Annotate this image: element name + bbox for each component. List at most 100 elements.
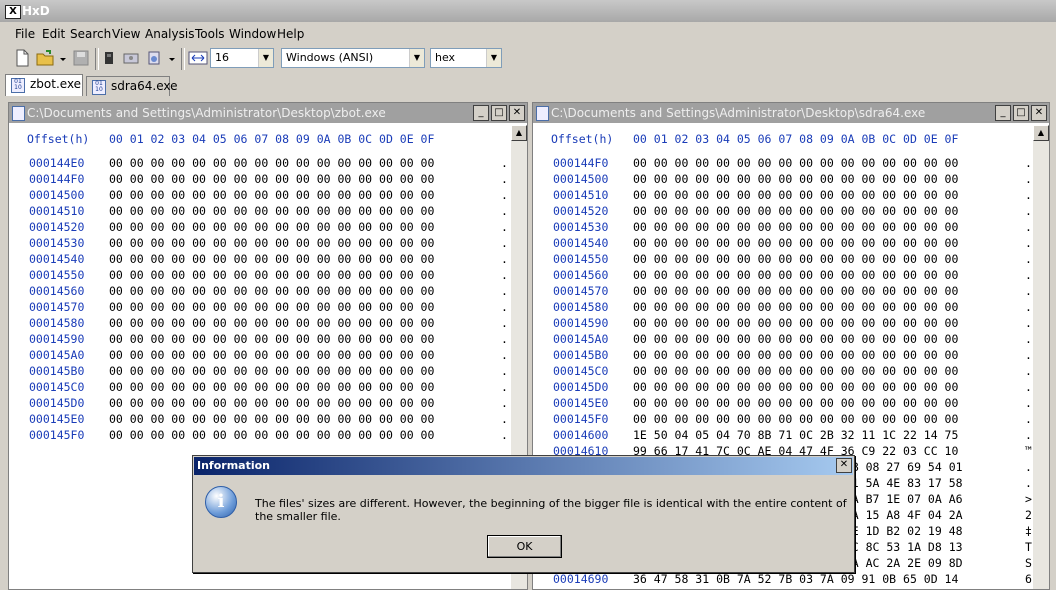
row-text[interactable]: T bbox=[1025, 539, 1032, 555]
row-text[interactable]: . bbox=[1025, 267, 1032, 283]
row-bytes[interactable]: 00 00 00 00 00 00 00 00 00 00 00 00 00 0… bbox=[633, 283, 958, 299]
menu-file[interactable]: File bbox=[15, 27, 35, 41]
row-bytes[interactable]: 00 00 00 00 00 00 00 00 00 00 00 00 00 0… bbox=[109, 379, 434, 395]
row-text[interactable]: 6 bbox=[1025, 571, 1032, 587]
ok-button[interactable]: OK bbox=[487, 535, 562, 558]
row-text[interactable]: . bbox=[1025, 299, 1032, 315]
row-bytes[interactable]: 00 00 00 00 00 00 00 00 00 00 00 00 00 0… bbox=[633, 395, 958, 411]
row-text[interactable]: . bbox=[501, 283, 508, 299]
row-bytes[interactable]: 00 00 00 00 00 00 00 00 00 00 00 00 00 0… bbox=[633, 187, 958, 203]
close-button[interactable]: ✕ bbox=[1031, 105, 1047, 121]
row-text[interactable]: . bbox=[501, 363, 508, 379]
row-text[interactable]: S bbox=[1025, 555, 1032, 571]
row-bytes[interactable]: 00 00 00 00 00 00 00 00 00 00 00 00 00 0… bbox=[109, 219, 434, 235]
row-bytes[interactable]: 00 00 00 00 00 00 00 00 00 00 00 00 00 0… bbox=[633, 411, 958, 427]
row-text[interactable]: . bbox=[501, 187, 508, 203]
row-bytes[interactable]: 00 00 00 00 00 00 00 00 00 00 00 00 00 0… bbox=[109, 363, 434, 379]
row-bytes[interactable]: 00 00 00 00 00 00 00 00 00 00 00 00 00 0… bbox=[109, 283, 434, 299]
menu-search[interactable]: Search bbox=[70, 27, 111, 41]
row-text[interactable]: . bbox=[1025, 171, 1032, 187]
row-text[interactable]: . bbox=[501, 331, 508, 347]
row-text[interactable]: . bbox=[1025, 379, 1032, 395]
row-bytes[interactable]: 36 47 58 31 0B 7A 52 7B 03 7A 09 91 0B 6… bbox=[633, 571, 958, 587]
save-button[interactable] bbox=[72, 49, 90, 69]
row-text[interactable]: . bbox=[501, 411, 508, 427]
maximize-button[interactable]: □ bbox=[1013, 105, 1029, 121]
disk-editor-button[interactable] bbox=[122, 49, 140, 69]
row-bytes[interactable]: 00 00 00 00 00 00 00 00 00 00 00 00 00 0… bbox=[109, 411, 434, 427]
scroll-up-icon[interactable]: ▲ bbox=[511, 125, 527, 141]
row-bytes[interactable]: 00 00 00 00 00 00 00 00 00 00 00 00 00 0… bbox=[633, 235, 958, 251]
menu-help[interactable]: Help bbox=[277, 27, 304, 41]
scroll-up-icon[interactable]: ▲ bbox=[1033, 125, 1049, 141]
row-bytes[interactable]: 00 00 00 00 00 00 00 00 00 00 00 00 00 0… bbox=[109, 203, 434, 219]
row-text[interactable]: . bbox=[501, 155, 508, 171]
row-text[interactable]: . bbox=[501, 267, 508, 283]
row-text[interactable]: . bbox=[1025, 315, 1032, 331]
row-bytes[interactable]: 00 00 00 00 00 00 00 00 00 00 00 00 00 0… bbox=[109, 171, 434, 187]
row-text[interactable]: . bbox=[501, 427, 508, 443]
charset-select[interactable]: Windows (ANSI) ▼ bbox=[281, 48, 425, 68]
row-bytes[interactable]: 00 00 00 00 00 00 00 00 00 00 00 00 00 0… bbox=[109, 155, 434, 171]
row-text[interactable]: . bbox=[501, 235, 508, 251]
row-text[interactable]: . bbox=[1025, 283, 1032, 299]
row-bytes[interactable]: 00 00 00 00 00 00 00 00 00 00 00 00 00 0… bbox=[633, 315, 958, 331]
display-mode-select[interactable]: hex ▼ bbox=[430, 48, 502, 68]
menu-view[interactable]: View bbox=[112, 27, 140, 41]
tab-sdra64-exe[interactable]: 01 10 sdra64.exe bbox=[86, 76, 178, 96]
row-text[interactable]: . bbox=[1025, 219, 1032, 235]
row-text[interactable]: . bbox=[1025, 187, 1032, 203]
row-bytes[interactable]: 00 00 00 00 00 00 00 00 00 00 00 00 00 0… bbox=[109, 299, 434, 315]
row-bytes[interactable]: 00 00 00 00 00 00 00 00 00 00 00 00 00 0… bbox=[633, 331, 958, 347]
row-bytes[interactable]: 00 00 00 00 00 00 00 00 00 00 00 00 00 0… bbox=[633, 171, 958, 187]
maximize-button[interactable]: □ bbox=[491, 105, 507, 121]
row-text[interactable]: . bbox=[501, 219, 508, 235]
row-bytes[interactable]: 00 00 00 00 00 00 00 00 00 00 00 00 00 0… bbox=[109, 235, 434, 251]
close-button[interactable]: ✕ bbox=[509, 105, 525, 121]
row-bytes[interactable]: 00 00 00 00 00 00 00 00 00 00 00 00 00 0… bbox=[109, 347, 434, 363]
row-text[interactable]: . bbox=[1025, 331, 1032, 347]
row-bytes[interactable]: 00 00 00 00 00 00 00 00 00 00 00 00 00 0… bbox=[633, 363, 958, 379]
row-text[interactable]: . bbox=[501, 379, 508, 395]
row-bytes[interactable]: 1E 50 04 05 04 70 8B 71 0C 2B 32 11 1C 2… bbox=[633, 427, 958, 443]
row-text[interactable]: 2 bbox=[1025, 507, 1032, 523]
row-text[interactable]: . bbox=[501, 315, 508, 331]
row-bytes[interactable]: 00 00 00 00 00 00 00 00 00 00 00 00 00 0… bbox=[109, 251, 434, 267]
row-bytes[interactable]: 00 00 00 00 00 00 00 00 00 00 00 00 00 0… bbox=[109, 427, 434, 443]
menu-edit[interactable]: Edit bbox=[42, 27, 65, 41]
row-text[interactable]: . bbox=[1025, 235, 1032, 251]
row-text[interactable]: . bbox=[501, 299, 508, 315]
row-text[interactable]: . bbox=[501, 395, 508, 411]
row-text[interactable]: > bbox=[1025, 491, 1032, 507]
bytes-per-row-select[interactable]: 16 ▼ bbox=[210, 48, 274, 68]
row-bytes[interactable]: 00 00 00 00 00 00 00 00 00 00 00 00 00 0… bbox=[109, 267, 434, 283]
open-dropdown-button[interactable] bbox=[59, 49, 67, 69]
row-text[interactable]: . bbox=[1025, 411, 1032, 427]
minimize-button[interactable]: _ bbox=[473, 105, 489, 121]
row-bytes[interactable]: 00 00 00 00 00 00 00 00 00 00 00 00 00 0… bbox=[109, 187, 434, 203]
export-button[interactable] bbox=[146, 49, 168, 69]
dialog-close-button[interactable]: ✕ bbox=[836, 458, 852, 473]
row-text[interactable]: . bbox=[1025, 427, 1032, 443]
row-bytes[interactable]: 00 00 00 00 00 00 00 00 00 00 00 00 00 0… bbox=[633, 203, 958, 219]
row-text[interactable]: . bbox=[1025, 395, 1032, 411]
ram-editor-button[interactable] bbox=[102, 49, 116, 69]
row-text[interactable]: ‡ bbox=[1025, 523, 1032, 539]
row-bytes[interactable]: 00 00 00 00 00 00 00 00 00 00 00 00 00 0… bbox=[633, 251, 958, 267]
minimize-button[interactable]: _ bbox=[995, 105, 1011, 121]
row-text[interactable]: . bbox=[1025, 459, 1032, 475]
vertical-scrollbar[interactable]: ▲ bbox=[1033, 125, 1049, 589]
row-text[interactable]: . bbox=[501, 171, 508, 187]
row-bytes[interactable]: 00 00 00 00 00 00 00 00 00 00 00 00 00 0… bbox=[109, 315, 434, 331]
row-text[interactable]: . bbox=[1025, 203, 1032, 219]
menu-analysis[interactable]: Analysis bbox=[145, 27, 194, 41]
export-dropdown-button[interactable] bbox=[168, 49, 176, 69]
menu-tools[interactable]: Tools bbox=[195, 27, 225, 41]
row-text[interactable]: . bbox=[1025, 347, 1032, 363]
row-text[interactable]: . bbox=[501, 203, 508, 219]
tab-zbot-exe[interactable]: 01 10 zbot.exe bbox=[5, 74, 83, 96]
row-text[interactable]: . bbox=[501, 251, 508, 267]
open-file-button[interactable] bbox=[36, 49, 58, 69]
row-text[interactable]: . bbox=[501, 347, 508, 363]
row-bytes[interactable]: 00 00 00 00 00 00 00 00 00 00 00 00 00 0… bbox=[109, 331, 434, 347]
